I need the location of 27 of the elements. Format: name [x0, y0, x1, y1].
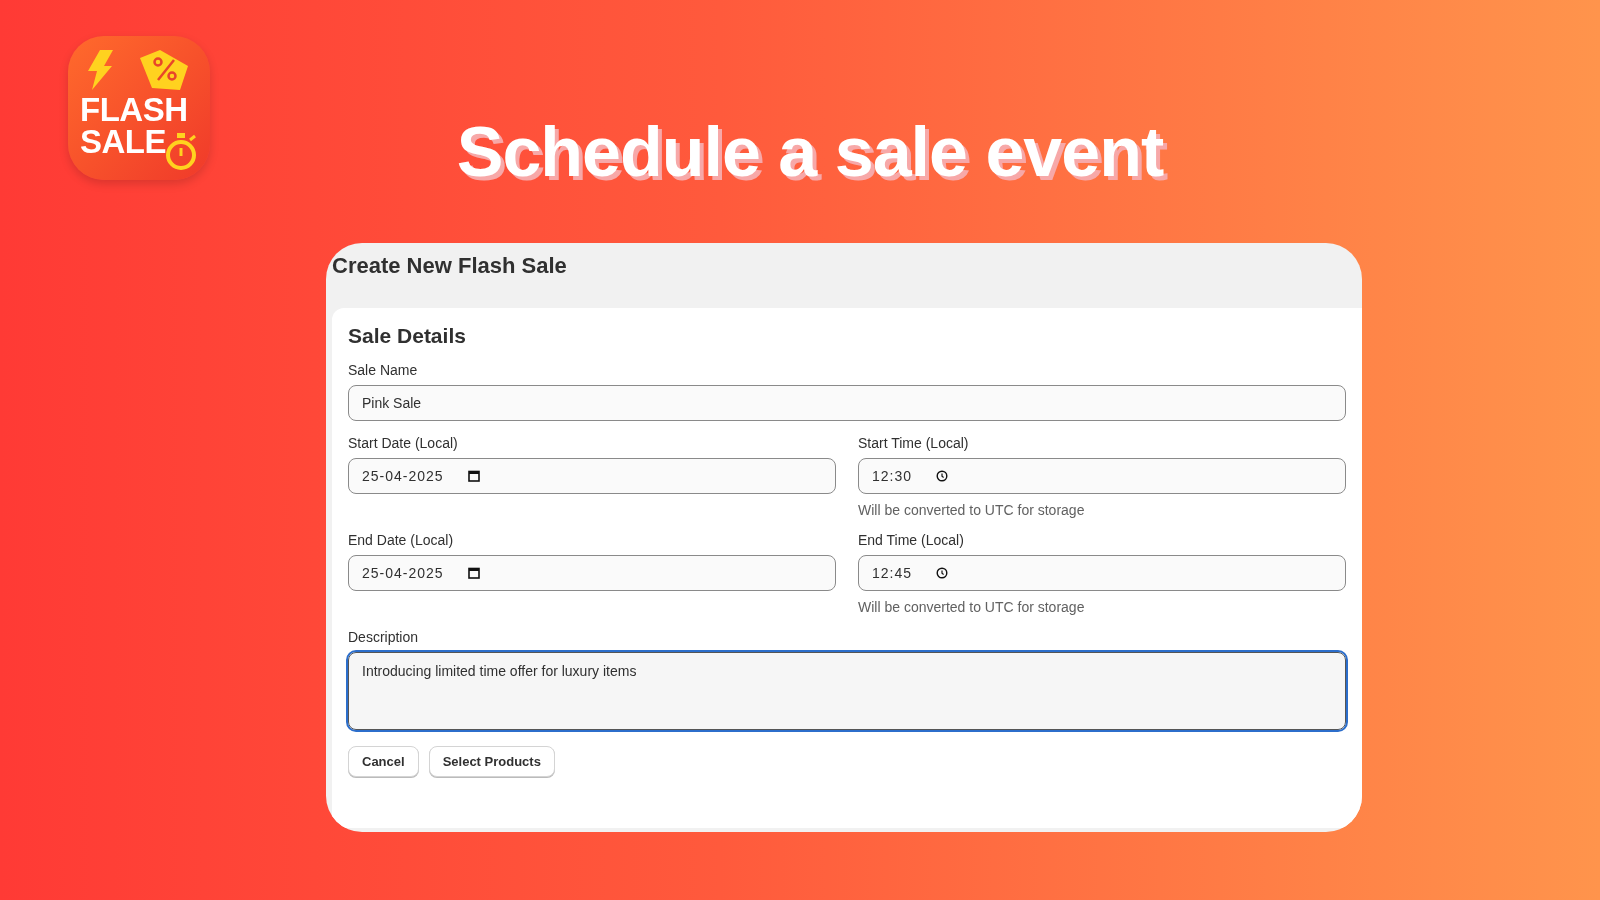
date-field[interactable]: 25-04-2025 [348, 555, 836, 591]
window-title: Create New Flash Sale [331, 252, 567, 280]
field-hint: Will be converted to UTC for storage [858, 502, 1085, 518]
field-label: Start Date (Local) [348, 435, 458, 451]
description-field[interactable]: Introducing limited time offer for luxury items [348, 652, 1346, 730]
field-label: End Date (Local) [348, 532, 454, 548]
section-title: Sale Details [348, 324, 466, 348]
field-label: Description [348, 629, 419, 645]
field-label: End Time (Local) [858, 532, 964, 548]
clock-icon[interactable] [936, 567, 949, 579]
select-products-button[interactable]: Select Products [428, 746, 555, 777]
calendar-icon[interactable] [467, 567, 480, 579]
stopwatch-icon [164, 132, 198, 172]
logo-text: FLASH [80, 94, 188, 126]
time-field[interactable]: 12:30 [858, 458, 1346, 494]
field-hint: Will be converted to UTC for storage [858, 599, 1085, 615]
logo-text: SALE [80, 126, 166, 158]
lightning-icon [86, 50, 114, 90]
field-label: Start Time (Local) [858, 435, 969, 451]
headline: Schedule a sale event [455, 112, 1165, 192]
sale-name-field[interactable]: Pink Sale [348, 385, 1346, 421]
date-field[interactable]: 25-04-2025 [348, 458, 836, 494]
cancel-button[interactable]: Cancel [348, 746, 419, 777]
calendar-icon[interactable] [467, 470, 480, 482]
time-field[interactable]: 12:45 [858, 555, 1346, 591]
field-label: Sale Name [348, 362, 418, 378]
clock-icon[interactable] [936, 470, 949, 482]
